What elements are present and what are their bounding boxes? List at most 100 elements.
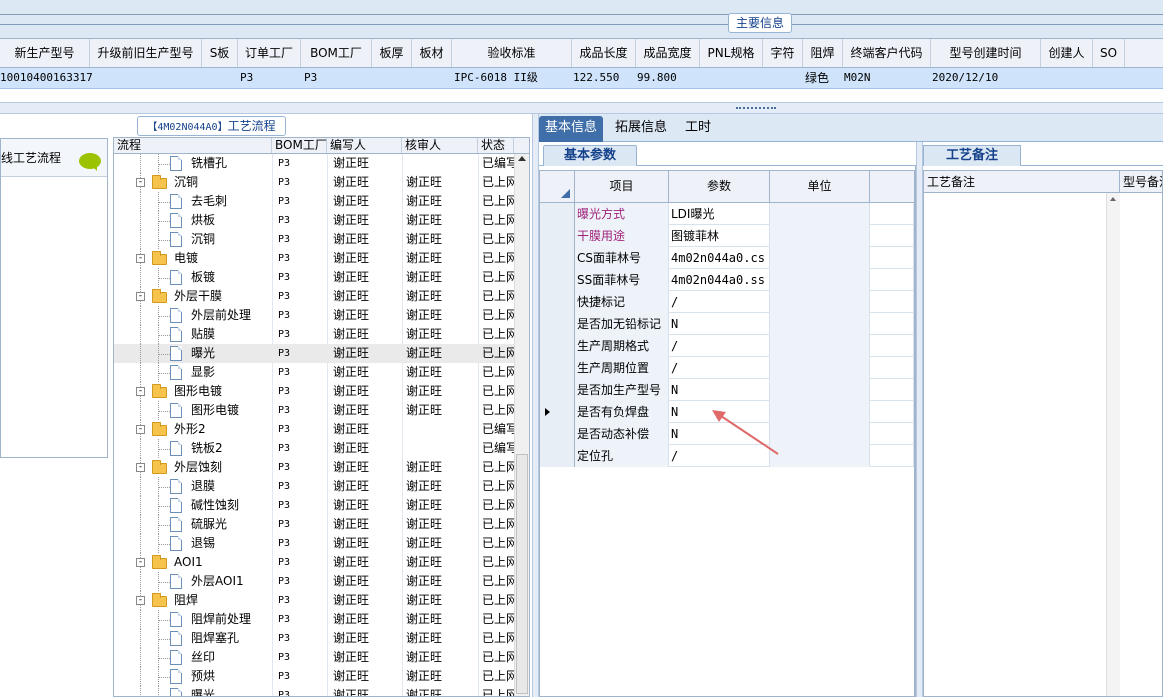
col-bom-factory[interactable]: BOM工厂 (301, 39, 372, 67)
tree-row[interactable]: 阻焊塞孔 P3 谢正旺 谢正旺 已上网 (114, 629, 514, 648)
param-value[interactable]: LDI曝光 (669, 203, 770, 225)
table-row[interactable]: 是否加生产型号 N (540, 379, 914, 401)
tree-row[interactable]: 退锡 P3 谢正旺 谢正旺 已上网 (114, 534, 514, 553)
col-process[interactable]: 流程 (114, 138, 272, 153)
row-selector[interactable] (540, 445, 575, 467)
tree-row[interactable]: 图形电镀 P3 谢正旺 谢正旺 已上网 (114, 401, 514, 420)
tree-row[interactable]: 阻焊前处理 P3 谢正旺 谢正旺 已上网 (114, 610, 514, 629)
col-length[interactable]: 成品长度 (572, 39, 636, 67)
tree-row[interactable]: 碱性蚀刻 P3 谢正旺 谢正旺 已上网 (114, 496, 514, 515)
col-reviewer[interactable]: 核审人 (402, 138, 478, 153)
tree-row[interactable]: 铣板2 P3 谢正旺 已编写 (114, 439, 514, 458)
col-standard[interactable]: 验收标准 (452, 39, 572, 67)
param-unit[interactable] (770, 269, 870, 291)
tree-row[interactable]: - 阻焊 P3 谢正旺 谢正旺 已上网 (114, 591, 514, 610)
tree-row[interactable]: 板镀 P3 谢正旺 谢正旺 已上网 (114, 268, 514, 287)
col-pnl[interactable]: PNL规格 (700, 39, 763, 67)
tree-row[interactable]: 外层前处理 P3 谢正旺 谢正旺 已上网 (114, 306, 514, 325)
param-value[interactable]: / (669, 291, 770, 313)
table-row[interactable]: 10010400163317 P3 P3 IPC-6018 II级 122.55… (0, 68, 1163, 89)
col-new-model[interactable]: 新生产型号 (0, 39, 90, 67)
tree-row[interactable]: 烘板 P3 谢正旺 谢正旺 已上网 (114, 211, 514, 230)
col-customer-code[interactable]: 终端客户代码 (843, 39, 931, 67)
row-selector[interactable] (540, 313, 575, 335)
param-value[interactable]: N (669, 313, 770, 335)
param-value[interactable]: 4m02n044a0.ss (669, 269, 770, 291)
main-info-tab[interactable]: 主要信息 (728, 13, 792, 33)
col-char[interactable]: 字符 (763, 39, 803, 67)
scroll-up-icon[interactable] (518, 156, 526, 161)
tree-row[interactable]: 沉铜 P3 谢正旺 谢正旺 已上网 (114, 230, 514, 249)
comment-bubble-icon[interactable] (79, 153, 101, 171)
tree-row[interactable]: 去毛刺 P3 谢正旺 谢正旺 已上网 (114, 192, 514, 211)
tree-row[interactable]: - 外形2 P3 谢正旺 已编写 (114, 420, 514, 439)
row-selector[interactable] (540, 269, 575, 291)
col-status[interactable]: 状态 (478, 138, 514, 153)
col-model-notes[interactable]: 型号备注 (1120, 171, 1162, 193)
tree-row[interactable]: 退膜 P3 谢正旺 谢正旺 已上网 (114, 477, 514, 496)
param-unit[interactable] (770, 335, 870, 357)
collapse-icon[interactable]: - (136, 387, 145, 396)
table-row[interactable]: 快捷标记 / (540, 291, 914, 313)
row-selector[interactable] (540, 401, 575, 423)
tree-row[interactable]: - 沉铜 P3 谢正旺 谢正旺 已上网 (114, 173, 514, 192)
col-so[interactable]: SO (1093, 39, 1125, 67)
row-selector[interactable] (540, 335, 575, 357)
tab-extended-info[interactable]: 拓展信息 (609, 116, 673, 142)
collapse-icon[interactable]: - (136, 558, 145, 567)
param-unit[interactable] (770, 203, 870, 225)
row-selector[interactable] (540, 423, 575, 445)
tree-row[interactable]: 曝光 P3 谢正旺 谢正旺 已上网 (114, 686, 514, 696)
param-unit[interactable] (770, 313, 870, 335)
tree-row[interactable]: - 外层干膜 P3 谢正旺 谢正旺 已上网 (114, 287, 514, 306)
tree-row[interactable]: 曝光 P3 谢正旺 谢正旺 已上网 (114, 344, 514, 363)
param-value[interactable]: 图镀菲林 (669, 225, 770, 247)
tree-row[interactable]: - 外层蚀刻 P3 谢正旺 谢正旺 已上网 (114, 458, 514, 477)
table-row[interactable]: SS面菲林号 4m02n044a0.ss (540, 269, 914, 291)
vertical-splitter[interactable] (916, 142, 923, 697)
collapse-icon[interactable]: - (136, 178, 145, 187)
tab-basic-info[interactable]: 基本信息 (539, 116, 604, 142)
tree-scrollbar[interactable] (514, 154, 529, 696)
process-flow-tab[interactable]: 【4M02N044A0】工艺流程 (137, 116, 286, 136)
col-bom-factory[interactable]: BOM工厂 (272, 138, 327, 153)
param-unit[interactable] (770, 225, 870, 247)
param-unit[interactable] (770, 291, 870, 313)
row-selector[interactable] (540, 291, 575, 313)
table-row[interactable]: 曝光方式 LDI曝光 (540, 203, 914, 225)
col-item[interactable]: 项目 (575, 171, 669, 202)
collapse-icon[interactable]: - (136, 596, 145, 605)
col-unit[interactable]: 单位 (770, 171, 870, 202)
select-all-corner[interactable] (540, 171, 575, 202)
row-selector[interactable] (540, 225, 575, 247)
vertical-splitter[interactable] (532, 114, 539, 697)
tree-row[interactable]: 外层AOI1 P3 谢正旺 谢正旺 已上网 (114, 572, 514, 591)
tree-row[interactable]: 预烘 P3 谢正旺 谢正旺 已上网 (114, 667, 514, 686)
param-unit[interactable] (770, 357, 870, 379)
col-creator[interactable]: 创建人 (1041, 39, 1093, 67)
col-material[interactable]: 板材 (412, 39, 452, 67)
collapse-icon[interactable]: - (136, 463, 145, 472)
tab-work-hours[interactable]: 工时 (679, 116, 717, 142)
param-unit[interactable] (770, 379, 870, 401)
tree-row[interactable]: 硫脲光 P3 谢正旺 谢正旺 已上网 (114, 515, 514, 534)
tree-row[interactable]: 显影 P3 谢正旺 谢正旺 已上网 (114, 363, 514, 382)
param-unit[interactable] (770, 247, 870, 269)
row-selector[interactable] (540, 203, 575, 225)
table-row[interactable]: 干膜用途 图镀菲林 (540, 225, 914, 247)
col-s-board[interactable]: S板 (202, 39, 238, 67)
row-selector[interactable] (540, 247, 575, 269)
param-value[interactable]: 4m02n044a0.cs (669, 247, 770, 269)
col-solder-mask[interactable]: 阻焊 (803, 39, 843, 67)
param-value[interactable]: / (669, 357, 770, 379)
tree-row[interactable]: - 电镀 P3 谢正旺 谢正旺 已上网 (114, 249, 514, 268)
tree-row[interactable]: - 图形电镀 P3 谢正旺 谢正旺 已上网 (114, 382, 514, 401)
col-order-factory[interactable]: 订单工厂 (238, 39, 301, 67)
col-process-notes[interactable]: 工艺备注 (924, 171, 1120, 193)
collapse-icon[interactable]: - (136, 425, 145, 434)
tree-row[interactable]: - AOI1 P3 谢正旺 谢正旺 已上网 (114, 553, 514, 572)
collapse-icon[interactable]: - (136, 254, 145, 263)
tree-row[interactable]: 铣槽孔 P3 谢正旺 已编写 (114, 154, 514, 173)
table-row[interactable]: 生产周期位置 / (540, 357, 914, 379)
row-selector[interactable] (540, 357, 575, 379)
